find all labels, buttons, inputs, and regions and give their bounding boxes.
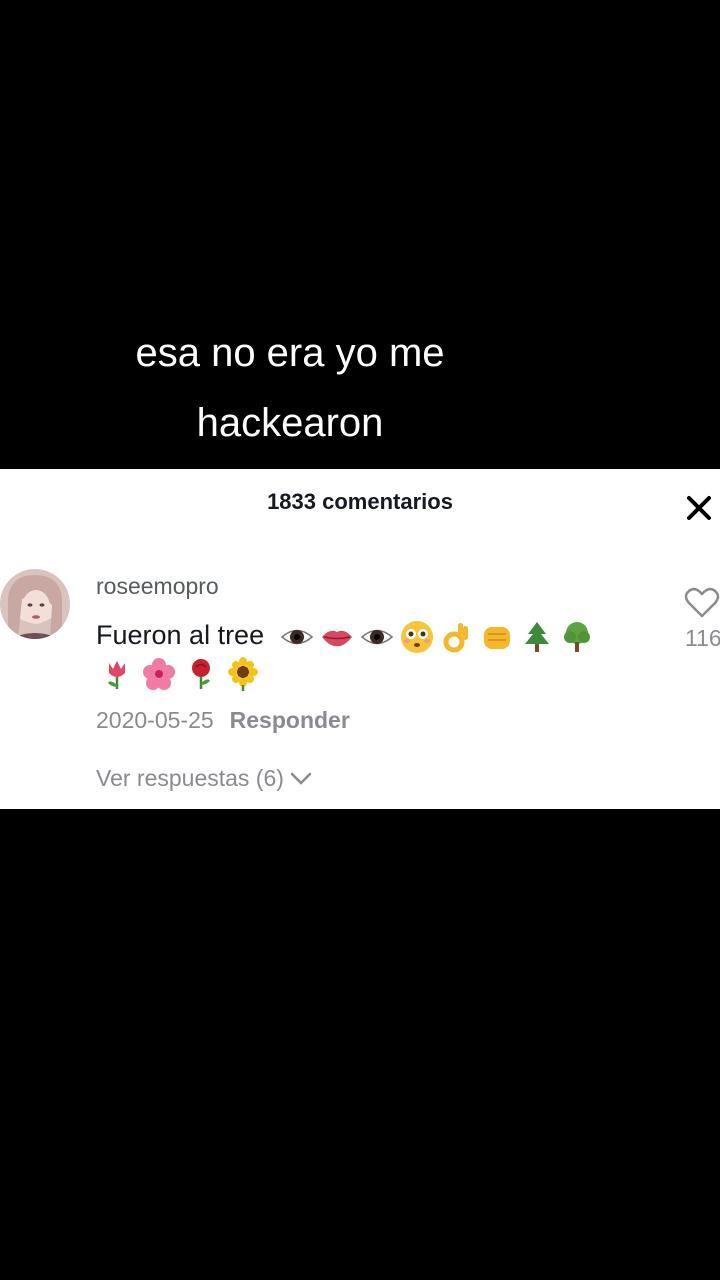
eye-icon [360, 629, 393, 645]
hibiscus-icon [143, 658, 175, 690]
comment-text: Fueron al tree [96, 613, 656, 691]
chevron-down-icon [290, 772, 312, 785]
flushed-face-icon [400, 620, 433, 653]
video-caption: esa no era yo me hackearon [0, 318, 580, 458]
sunflower-icon [228, 657, 258, 691]
rose-icon [192, 659, 210, 689]
caption-line-1: esa no era yo me [135, 331, 445, 375]
deciduous-tree-icon [563, 621, 590, 652]
comment-date: 2020-05-25 [96, 707, 214, 733]
close-button[interactable] [686, 491, 720, 525]
comment-text-body: Fueron al tree [96, 620, 265, 650]
reply-button[interactable]: Responder [230, 707, 350, 733]
comment-username[interactable]: roseemopro [96, 573, 219, 600]
comment-emojis-line-1 [280, 620, 594, 654]
ok-hand-icon [443, 622, 468, 653]
close-icon [687, 496, 711, 520]
comment-emojis-line-2 [100, 657, 656, 691]
lips-icon [321, 630, 352, 646]
tulip-icon [108, 661, 125, 689]
view-replies-button[interactable]: Ver respuestas (6) [96, 765, 312, 792]
comments-panel: 1833 comentarios roseemopro Fueron al tr… [0, 469, 720, 809]
heart-icon [684, 587, 720, 618]
like-button[interactable] [684, 587, 720, 624]
caption-line-2: hackearon [196, 401, 384, 445]
like-count: 116 [685, 625, 720, 651]
avatar[interactable] [0, 569, 70, 639]
evergreen-tree-icon [524, 621, 549, 652]
comment-meta: 2020-05-25 Responder [96, 707, 350, 734]
view-replies-label: Ver respuestas (6) [96, 765, 284, 791]
eye-icon [280, 629, 313, 645]
comments-count-title: 1833 comentarios [267, 489, 453, 514]
oncoming-fist-icon [483, 626, 510, 649]
